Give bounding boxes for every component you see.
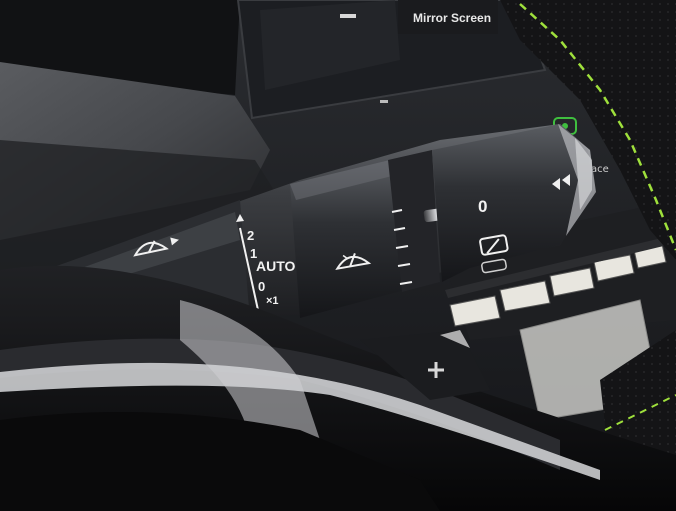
front-wiper-ring[interactable] xyxy=(290,160,405,318)
partial-console-label: ace xyxy=(591,164,609,175)
scale-label-auto: AUTO xyxy=(256,258,296,274)
scale-label-x1: ×1 xyxy=(266,295,279,307)
scale-label-2: 2 xyxy=(247,228,254,243)
car-interior-photo: Mirror Screen ace 2 1 AUTO 0 ×1 0 xyxy=(0,0,676,511)
scale-label-0: 0 xyxy=(258,279,265,294)
mirror-screen-button[interactable]: Mirror Screen xyxy=(398,0,498,34)
rear-wiper-position-0: 0 xyxy=(478,197,487,216)
screen-dash-indicator xyxy=(340,14,356,18)
mirror-screen-label: Mirror Screen xyxy=(413,11,491,25)
